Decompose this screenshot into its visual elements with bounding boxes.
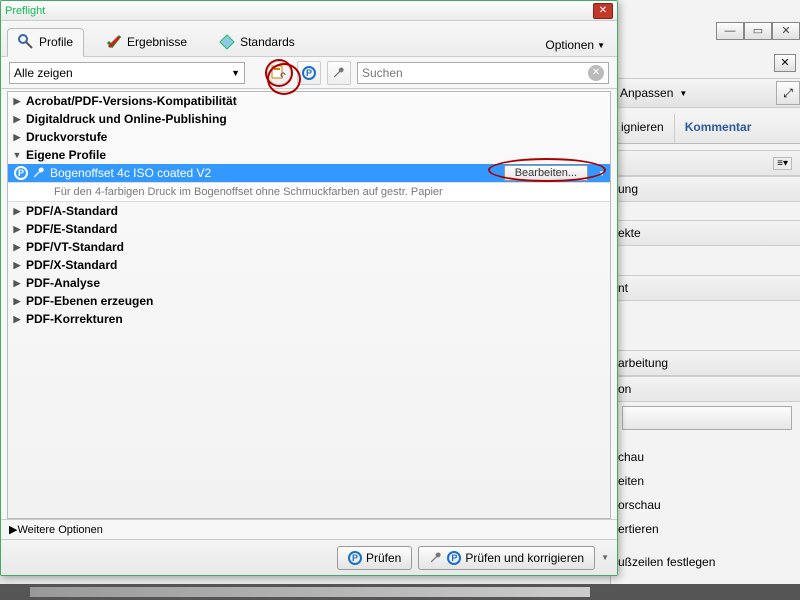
tree-category[interactable]: ▶PDF-Ebenen erzeugen (8, 292, 610, 310)
tab-profile[interactable]: Profile (7, 28, 84, 57)
dialog-footer: P Prüfen P Prüfen und korrigieren ▼ (1, 539, 617, 575)
bg-button[interactable] (622, 406, 792, 430)
tab-standards-label: Standards (240, 35, 295, 49)
bg-toolbar: Anpassen▼ ⤢ (610, 78, 800, 108)
bg-item-2[interactable]: eiten (610, 468, 800, 494)
dialog-close-button[interactable]: ✕ (593, 3, 613, 19)
bg-item-5[interactable]: ußzeilen festlegen (610, 549, 800, 575)
tab-ergebnisse-label: Ergebnisse (127, 35, 187, 49)
tree-footer: ▶ Weitere Optionen (1, 519, 617, 539)
disclosure-icon[interactable]: ▶ (9, 523, 17, 536)
disclosure-icon: ▶ (12, 96, 22, 107)
profile-tree[interactable]: ▶Acrobat/PDF-Versions-Kompatibilität ▶Di… (7, 91, 611, 519)
disclosure-icon: ▶ (12, 314, 22, 325)
profile-item-icon: P (14, 165, 30, 181)
edit-button[interactable]: Bearbeiten... (504, 165, 588, 181)
pruefen-korrigieren-button[interactable]: P Prüfen und korrigieren (418, 546, 595, 570)
wrench-icon (429, 551, 443, 565)
filter-label: Alle zeigen (14, 66, 73, 80)
check-icon (106, 34, 122, 50)
panel-close-button[interactable]: ✕ (774, 54, 796, 72)
minimize-button[interactable]: — (716, 22, 744, 40)
weitere-optionen[interactable]: Weitere Optionen (17, 524, 102, 536)
anpassen-menu[interactable]: Anpassen (620, 86, 673, 100)
disclosure-icon: ▼ (12, 150, 22, 160)
clear-search-icon[interactable]: ✕ (588, 65, 604, 81)
disclosure-icon: ▶ (12, 278, 22, 289)
status-bar (0, 584, 800, 600)
wrench-button[interactable] (327, 61, 351, 85)
selected-profile-description: Für den 4-farbigen Druck im Bogenoffset … (8, 182, 610, 202)
tree-category[interactable]: ▶PDF-Analyse (8, 274, 610, 292)
bg-section-1[interactable]: ≡▾ (610, 150, 800, 176)
p-icon: P (348, 551, 362, 565)
chevron-down-icon[interactable]: ▼ (598, 169, 606, 178)
tree-category[interactable]: ▶PDF/X-Standard (8, 256, 610, 274)
bg-section-3[interactable]: ekte (610, 220, 800, 246)
tree-item-selected[interactable]: P Bogenoffset 4c ISO coated V2 Bearbeite… (8, 164, 610, 182)
bg-section-2[interactable]: ung (610, 176, 800, 202)
dialog-title: Preflight (5, 5, 45, 17)
bg-section-4[interactable]: nt (610, 275, 800, 301)
wrench-icon (32, 166, 46, 180)
tree-category[interactable]: ▼Eigene Profile (8, 146, 610, 164)
optionen-menu[interactable]: Optionen▼ (539, 34, 611, 56)
inspect-button[interactable]: P (297, 61, 321, 85)
close-button[interactable]: ✕ (772, 22, 800, 40)
chevron-down-icon[interactable]: ▼ (601, 553, 609, 562)
filter-dropdown[interactable]: Alle zeigen ▼ (9, 62, 245, 84)
chevron-down-icon: ▼ (231, 68, 240, 78)
bg-section-6[interactable]: on (610, 376, 800, 402)
search-input[interactable] (362, 66, 588, 80)
p-icon: P (447, 551, 461, 565)
dialog-tabs: Profile Ergebnisse Standards Optionen▼ (1, 21, 617, 57)
bg-tabs: ignieren Kommentar (610, 114, 800, 144)
filter-bar: Alle zeigen ▼ P ✕ (1, 57, 617, 89)
p-icon: P (302, 66, 316, 80)
tree-category[interactable]: ▶PDF/A-Standard (8, 202, 610, 220)
bg-section-5[interactable]: arbeitung (610, 350, 800, 376)
pruefen-button[interactable]: P Prüfen (337, 546, 412, 570)
tree-category[interactable]: ▶Druckvorstufe (8, 128, 610, 146)
wrench-icon (332, 66, 346, 80)
tree-category[interactable]: ▶PDF/VT-Standard (8, 238, 610, 256)
disclosure-icon: ▶ (12, 260, 22, 271)
tree-category[interactable]: ▶Acrobat/PDF-Versions-Kompatibilität (8, 92, 610, 110)
window-controls: — ▭ ✕ (716, 22, 800, 40)
bg-item-3[interactable]: orschau (610, 492, 800, 518)
maximize-button[interactable]: ▭ (744, 22, 772, 40)
bg-item-1[interactable]: chau (610, 444, 800, 470)
tab-standards[interactable]: Standards (209, 29, 305, 56)
disclosure-icon: ▶ (12, 114, 22, 125)
preflight-dialog: Preflight ✕ Profile Ergebnisse Standards… (0, 0, 618, 576)
selected-profile-name: Bogenoffset 4c ISO coated V2 (50, 166, 211, 180)
disclosure-icon: ▶ (12, 296, 22, 307)
bg-tab-sign[interactable]: ignieren (610, 114, 674, 143)
tab-ergebnisse[interactable]: Ergebnisse (96, 29, 197, 56)
disclosure-icon: ▶ (12, 132, 22, 143)
tab-profile-label: Profile (39, 35, 73, 49)
tree-category[interactable]: ▶PDF/E-Standard (8, 220, 610, 238)
fullscreen-icon[interactable]: ⤢ (776, 81, 800, 105)
tree-category[interactable]: ▶Digitaldruck und Online-Publishing (8, 110, 610, 128)
standards-icon (219, 34, 235, 50)
disclosure-icon: ▶ (12, 224, 22, 235)
search-box[interactable]: ✕ (357, 62, 609, 84)
disclosure-icon: ▶ (12, 242, 22, 253)
bg-tab-kommentar[interactable]: Kommentar (674, 114, 762, 143)
profile-icon (18, 34, 34, 50)
profile-wrench-icon (271, 65, 287, 81)
new-profile-button[interactable] (267, 61, 291, 85)
dialog-titlebar: Preflight ✕ (1, 1, 617, 21)
bg-item-4[interactable]: ertieren (610, 516, 800, 542)
disclosure-icon: ▶ (12, 206, 22, 217)
tree-category[interactable]: ▶PDF-Korrekturen (8, 310, 610, 328)
